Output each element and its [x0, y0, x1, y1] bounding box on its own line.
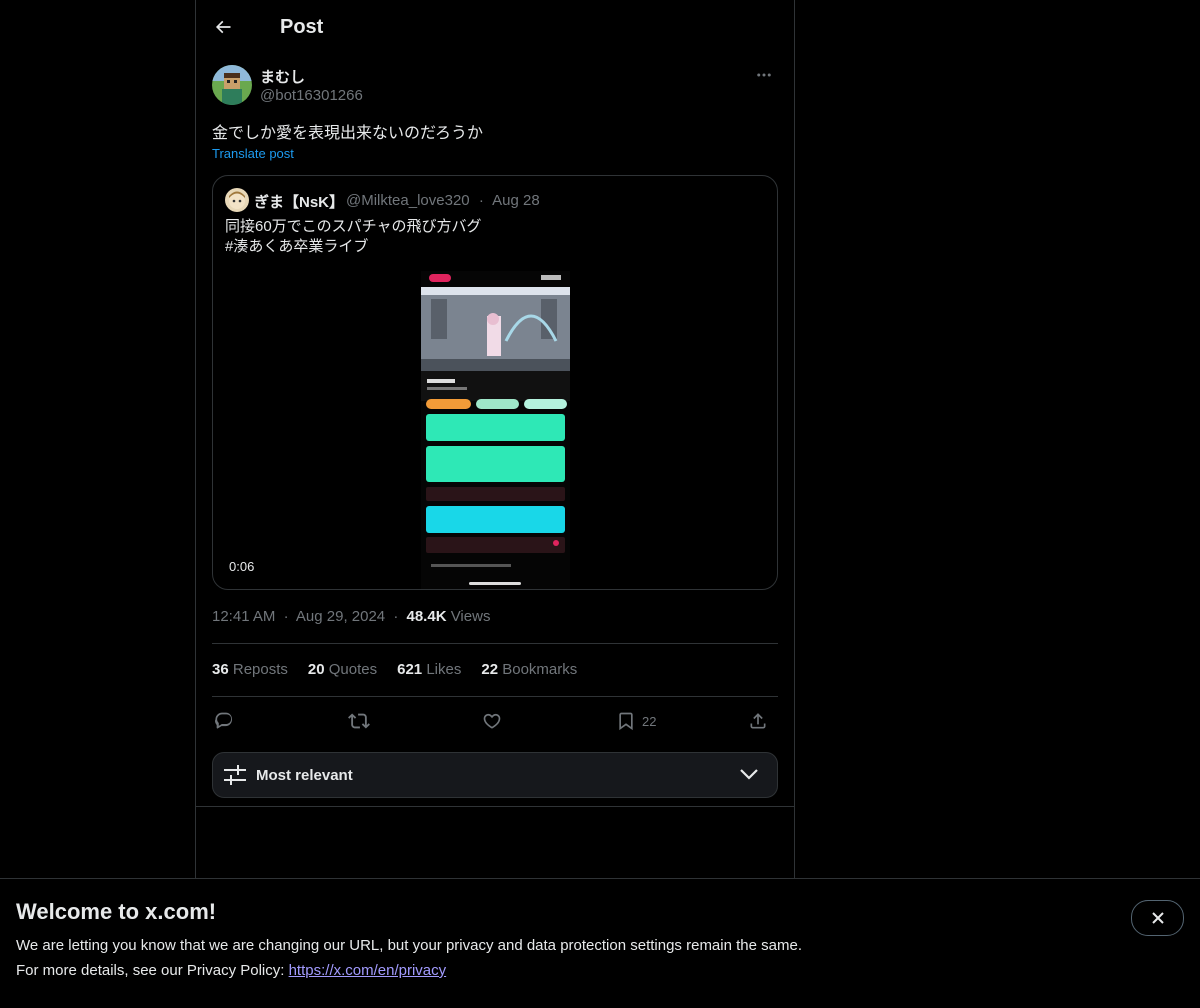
- banner-title: Welcome to x.com!: [16, 899, 217, 924]
- reposts-count: 36: [212, 661, 229, 678]
- privacy-policy-link[interactable]: https://x.com/en/privacy: [289, 962, 447, 979]
- reply-sort-dropdown[interactable]: Most relevant: [212, 752, 778, 798]
- separator-dot: ·: [283, 608, 289, 625]
- post-time[interactable]: 12:41 AM: [212, 608, 275, 625]
- video-duration: 0:06: [229, 559, 255, 574]
- close-icon: [1151, 912, 1164, 924]
- filter-sliders-icon: [224, 765, 246, 785]
- author-name[interactable]: まむし: [260, 66, 305, 87]
- likes-stat[interactable]: 621 Likes: [397, 661, 461, 678]
- quote-author-avatar: [225, 188, 249, 212]
- quote-video-thumbnail[interactable]: [421, 271, 570, 589]
- banner-policy-prefix: For more details, see our Privacy Policy…: [16, 962, 289, 979]
- reposts-label: Reposts: [232, 661, 288, 678]
- bookmarks-label: Bookmarks: [502, 661, 578, 678]
- like-icon: [483, 713, 501, 729]
- quotes-label: Quotes: [328, 661, 378, 678]
- views-count: 48.4K: [406, 608, 447, 625]
- share-button[interactable]: [748, 708, 768, 734]
- likes-label: Likes: [426, 661, 462, 678]
- banner-message: We are letting you know that we are chan…: [16, 937, 802, 954]
- post-author: まむし @bot16301266: [212, 64, 778, 106]
- post-header: Post: [212, 8, 778, 46]
- welcome-banner: Welcome to x.com! We are letting you kno…: [0, 878, 1200, 1008]
- engagement-stats: 36 Reposts 20 Quotes 621 Likes 22 Bookma…: [212, 661, 577, 678]
- main-column: Post まむし @bot16301266 金でしか愛を表現出来ないのだろうか: [195, 0, 795, 1007]
- replies-area: [196, 806, 794, 807]
- bookmark-button[interactable]: 22: [616, 708, 656, 734]
- banner-policy-line: For more details, see our Privacy Policy…: [16, 962, 446, 979]
- page-title: Post: [280, 15, 324, 38]
- quote-author-name: ぎま【NsK】: [254, 194, 345, 211]
- likes-count: 621: [397, 661, 423, 678]
- post-meta: 12:41 AM · Aug 29, 2024 · 48.4K Views: [212, 608, 490, 625]
- translate-post-link[interactable]: Translate post: [212, 146, 294, 161]
- bookmark-icon: [619, 712, 633, 731]
- quotes-stat[interactable]: 20 Quotes: [308, 661, 377, 678]
- quote-author-meta: @Milktea_love320 · Aug 28: [346, 192, 540, 209]
- more-options-button[interactable]: [750, 64, 778, 86]
- divider: [212, 643, 778, 644]
- repost-button[interactable]: [348, 708, 370, 734]
- sort-label: Most relevant: [256, 767, 353, 784]
- separator-dot: ·: [478, 192, 484, 209]
- quoted-post[interactable]: ぎま【NsK】 @Milktea_love320 · Aug 28 同接60万で…: [212, 175, 778, 590]
- reposts-stat[interactable]: 36 Reposts: [212, 661, 288, 678]
- divider: [212, 696, 778, 697]
- quote-text: 同接60万でこのスパチャの飛び方バグ #湊あくあ卒業ライブ: [225, 218, 482, 255]
- post-actions: 22: [212, 708, 778, 734]
- back-button[interactable]: [212, 16, 234, 38]
- post-date[interactable]: Aug 29, 2024: [296, 608, 385, 625]
- post-text: 金でしか愛を表現出来ないのだろうか: [212, 125, 484, 142]
- quote-date: Aug 28: [492, 192, 540, 209]
- reply-button[interactable]: [214, 708, 234, 734]
- close-banner-button[interactable]: [1131, 900, 1184, 936]
- reply-icon: [214, 712, 233, 729]
- more-horizontal-icon: [757, 73, 771, 77]
- share-icon: [750, 713, 766, 729]
- bookmarks-count: 22: [481, 661, 499, 678]
- views-label: Views: [450, 608, 491, 625]
- arrow-left-icon: [215, 20, 231, 34]
- like-button[interactable]: [482, 708, 502, 734]
- author-avatar[interactable]: [212, 65, 252, 105]
- chevron-down-icon: [740, 769, 758, 780]
- separator-dot: ·: [393, 608, 399, 625]
- repost-icon: [348, 713, 370, 729]
- author-handle[interactable]: @bot16301266: [260, 87, 363, 104]
- quotes-count: 20: [307, 661, 325, 678]
- bookmarks-stat[interactable]: 22 Bookmarks: [481, 661, 577, 678]
- bookmark-count: 22: [642, 713, 657, 729]
- quote-author-handle: @Milktea_love320: [346, 192, 470, 209]
